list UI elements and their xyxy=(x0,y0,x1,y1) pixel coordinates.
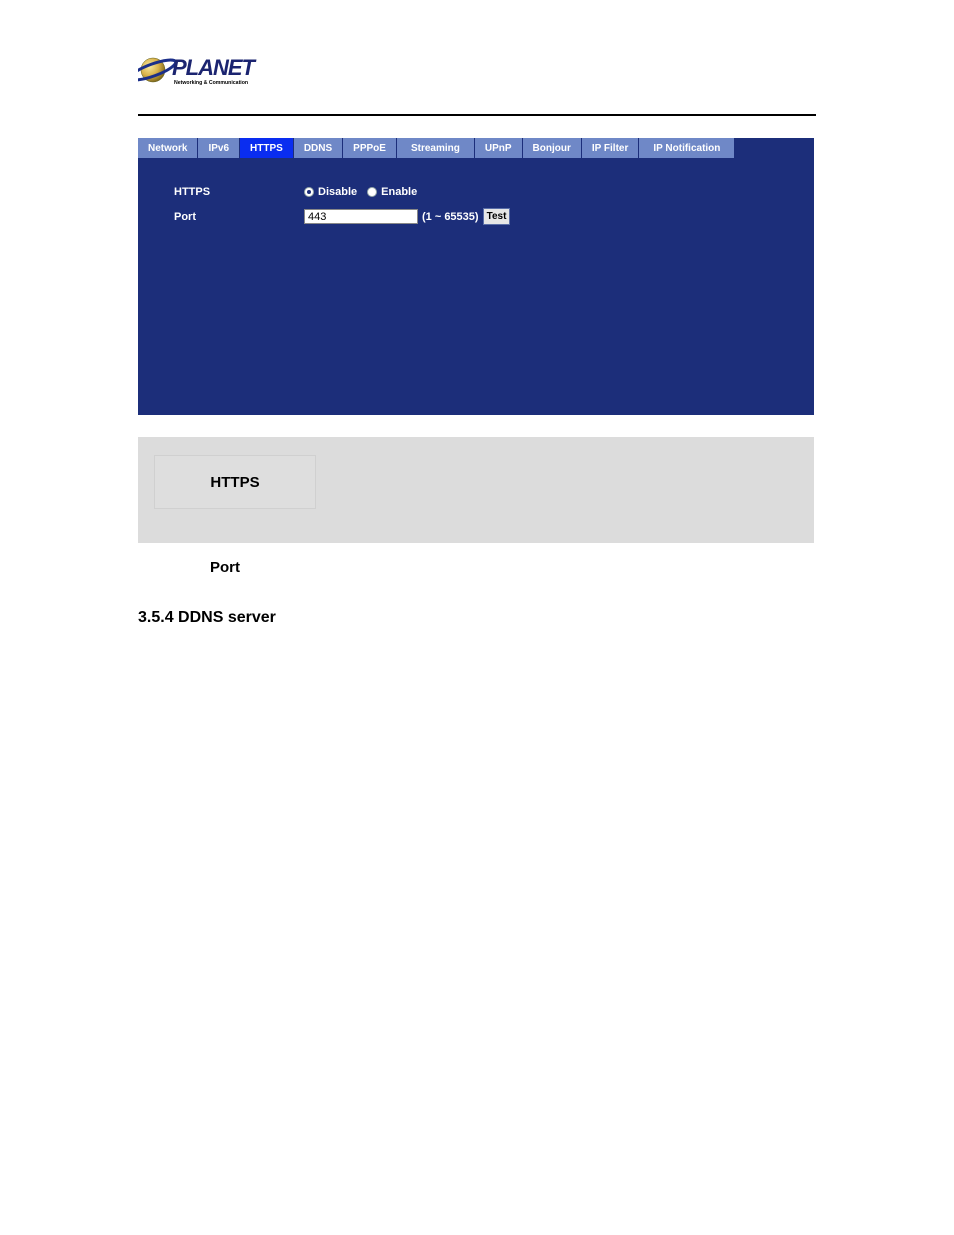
tab-ddns[interactable]: DDNS xyxy=(294,138,343,158)
tab-ip-filter[interactable]: IP Filter xyxy=(582,138,640,158)
tab-streaming[interactable]: Streaming xyxy=(397,138,475,158)
brand-text: PLANET xyxy=(172,55,257,80)
radio-disable-label: Disable xyxy=(318,186,357,198)
radio-disable[interactable] xyxy=(304,187,314,197)
label-port: Port xyxy=(174,211,304,223)
desc-https-box: HTTPS xyxy=(154,455,316,509)
tab-pppoe[interactable]: PPPoE xyxy=(343,138,397,158)
tab-ipv6[interactable]: IPv6 xyxy=(198,138,240,158)
brand-logo: PLANET Networking & Communication xyxy=(138,50,816,92)
tab-bonjour[interactable]: Bonjour xyxy=(523,138,582,158)
planet-logo-icon: PLANET Networking & Communication xyxy=(138,50,288,92)
description-block: HTTPS xyxy=(138,437,814,543)
radio-enable[interactable] xyxy=(367,187,377,197)
settings-body: HTTPS Disable Enable Port (1 ~ 65535) Te… xyxy=(138,158,814,415)
desc-https-label: HTTPS xyxy=(210,474,259,491)
test-button[interactable]: Test xyxy=(483,208,511,225)
port-range: (1 ~ 65535) xyxy=(422,211,479,223)
tab-upnp[interactable]: UPnP xyxy=(475,138,523,158)
desc-port-label: Port xyxy=(210,559,240,576)
row-port: Port (1 ~ 65535) Test xyxy=(174,208,814,225)
section-heading-ddns: 3.5.4 DDNS server xyxy=(138,609,816,627)
desc-port-row: Port xyxy=(138,559,814,577)
label-https: HTTPS xyxy=(174,186,304,198)
tab-network[interactable]: Network xyxy=(138,138,198,158)
tab-https[interactable]: HTTPS xyxy=(240,138,294,158)
row-https: HTTPS Disable Enable xyxy=(174,186,814,198)
radio-enable-label: Enable xyxy=(381,186,417,198)
tab-ip-notification[interactable]: IP Notification xyxy=(639,138,735,158)
settings-screenshot: Network IPv6 HTTPS DDNS PPPoE Streaming … xyxy=(138,138,814,415)
brand-tagline: Networking & Communication xyxy=(174,80,248,86)
divider xyxy=(138,114,816,116)
port-input[interactable] xyxy=(304,209,418,224)
tab-bar: Network IPv6 HTTPS DDNS PPPoE Streaming … xyxy=(138,138,814,158)
